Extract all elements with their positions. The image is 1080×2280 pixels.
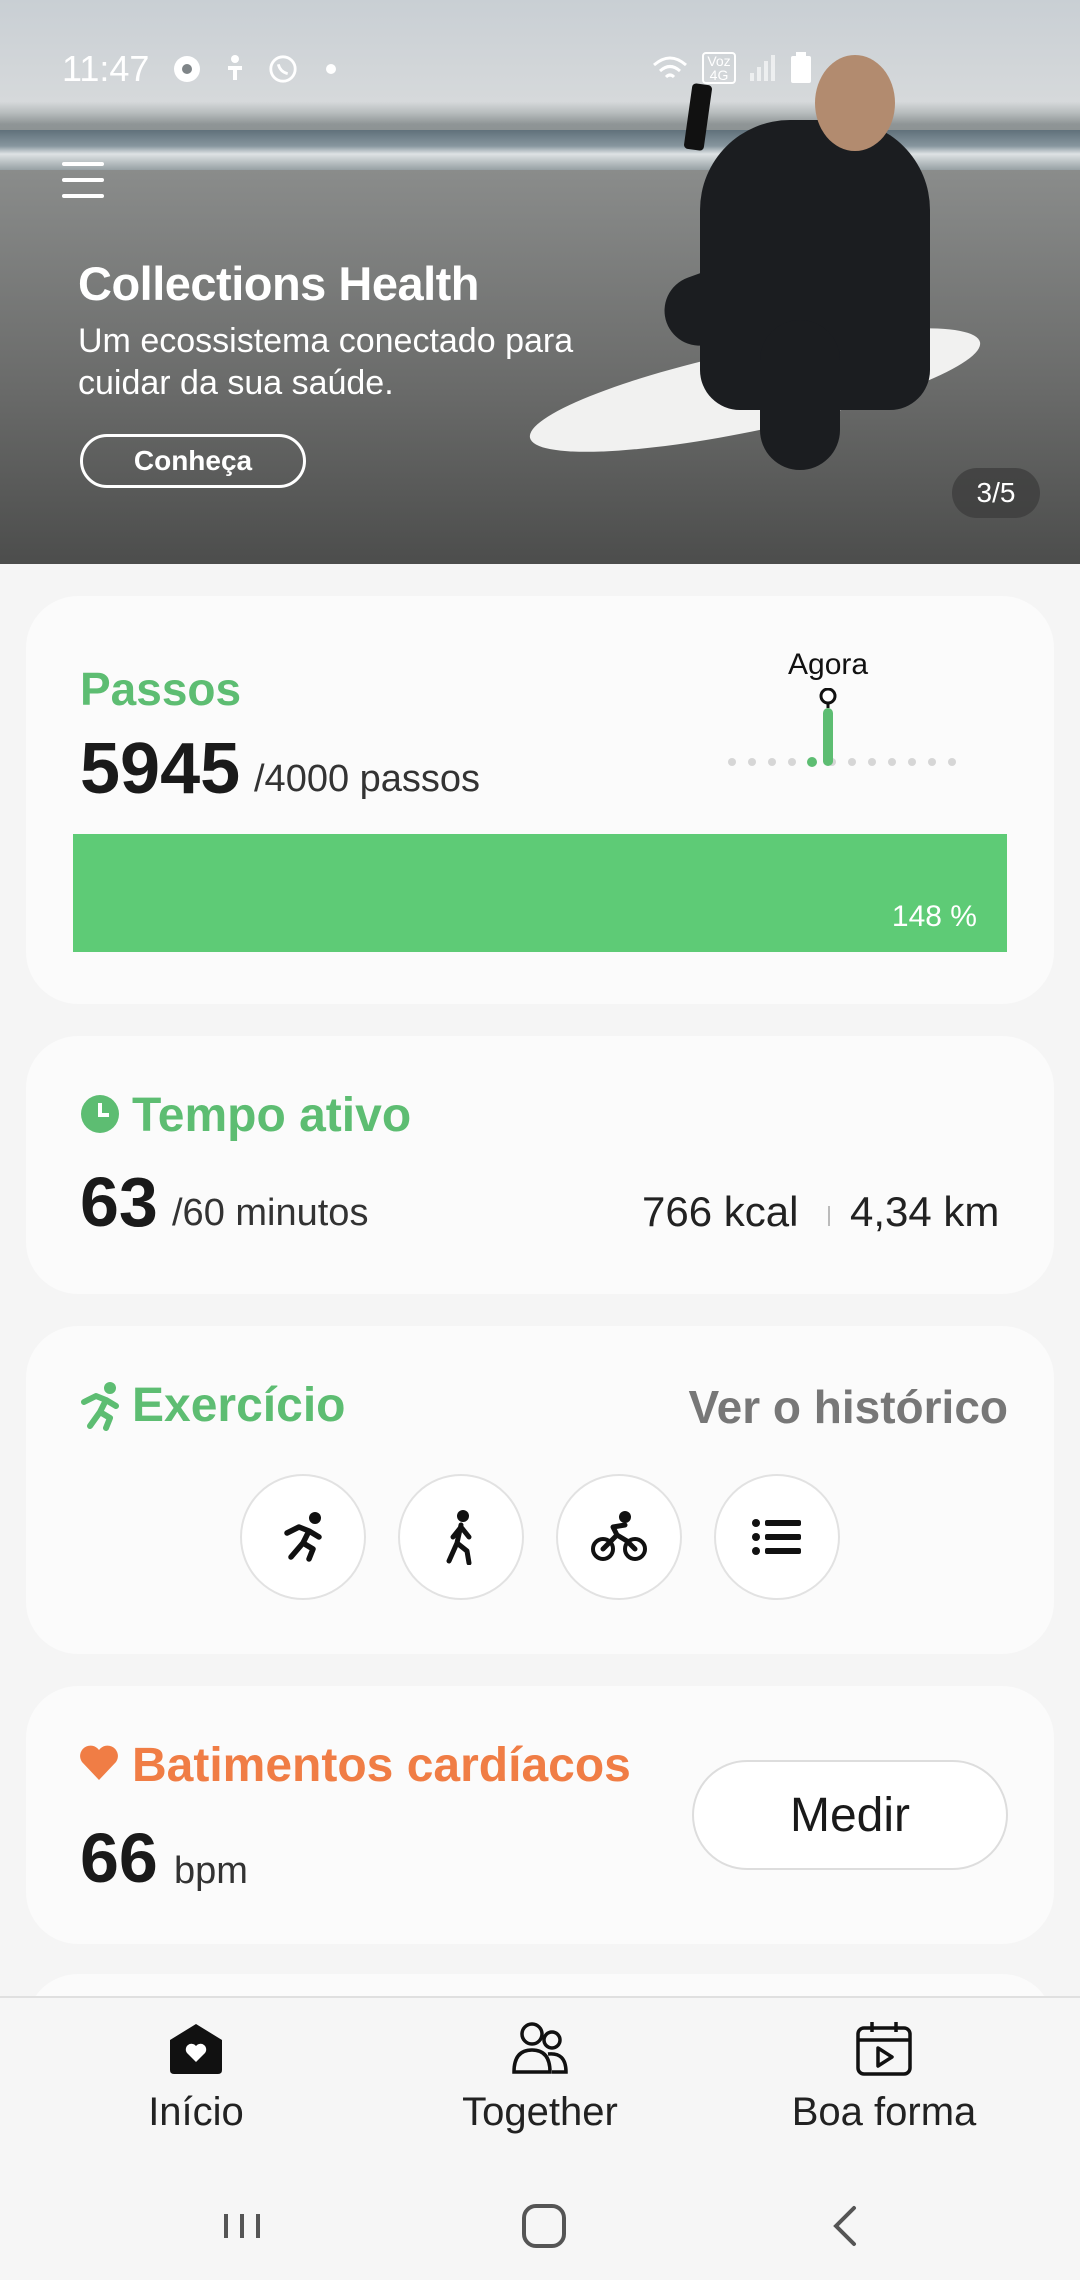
whatsapp-icon bbox=[268, 54, 298, 84]
signal-icon bbox=[750, 55, 775, 81]
distance-value: 4,34 km bbox=[850, 1188, 1000, 1235]
heart-icon bbox=[80, 1745, 118, 1780]
menu-icon[interactable] bbox=[62, 162, 106, 200]
status-time: 11:47 bbox=[62, 48, 150, 89]
wifi-icon bbox=[653, 56, 687, 79]
exercise-card[interactable]: Exercício Ver o histórico bbox=[26, 1326, 1054, 1654]
home-button-icon[interactable] bbox=[514, 2196, 574, 2256]
steps-card[interactable]: Passos 5945 /4000 passos Agora 148 % bbox=[26, 596, 1054, 1004]
clock-icon bbox=[81, 1095, 119, 1133]
walk-icon bbox=[446, 1510, 472, 1565]
measure-button[interactable]: Medir bbox=[692, 1760, 1008, 1870]
samsung-health-home: 11:47 Voz 4G Collections Health Um ecoss… bbox=[0, 0, 1080, 2280]
exercise-label: Exercício bbox=[132, 1379, 346, 1432]
system-navigation bbox=[0, 2174, 1080, 2280]
banner-person-leg bbox=[760, 320, 840, 470]
nav-home[interactable]: Início bbox=[46, 1998, 346, 2176]
nav-together[interactable]: Together bbox=[390, 1998, 690, 2176]
active-time-goal: /60 minutos bbox=[172, 1192, 369, 1234]
divider bbox=[828, 1206, 830, 1226]
nav-home-label: Início bbox=[148, 2090, 244, 2134]
nav-together-label: Together bbox=[462, 2090, 618, 2134]
battery-icon bbox=[791, 52, 811, 83]
list-icon bbox=[752, 1519, 801, 1555]
steps-goal: /4000 passos bbox=[254, 758, 481, 800]
calories-value: 766 kcal bbox=[642, 1188, 799, 1235]
active-time-label: Tempo ativo bbox=[132, 1089, 412, 1142]
steps-now-label: Agora bbox=[788, 648, 869, 681]
chrome-icon bbox=[172, 54, 202, 84]
active-time-value: 63 bbox=[80, 1163, 158, 1241]
heart-rate-unit: bpm bbox=[174, 1850, 248, 1892]
steps-timeline-chart bbox=[728, 688, 956, 767]
home-icon bbox=[170, 2024, 222, 2074]
running-icon bbox=[81, 1382, 119, 1431]
banner-subtitle: Um ecossistema conectado para cuidar da … bbox=[78, 322, 574, 402]
notification-icons bbox=[172, 54, 346, 84]
system-icons: Voz 4G bbox=[650, 52, 812, 84]
steps-progress-bar: 148 % bbox=[73, 834, 1007, 952]
status-bar: 11:47 Voz 4G bbox=[0, 40, 1080, 100]
active-time-card[interactable]: Tempo ativo 63 /60 minutos 766 kcal 4,34… bbox=[26, 1036, 1054, 1294]
heart-rate-card[interactable]: Batimentos cardíacos 66 bpm Medir bbox=[26, 1686, 1054, 1944]
more-workouts-button[interactable] bbox=[714, 1474, 840, 1600]
bike-icon bbox=[591, 1511, 647, 1561]
volte-badge: Voz 4G bbox=[702, 52, 736, 84]
promo-banner[interactable]: 11:47 Voz 4G Collections Health Um ecoss… bbox=[0, 0, 1080, 564]
banner-sea bbox=[0, 130, 1080, 170]
bike-workout-button[interactable] bbox=[556, 1474, 682, 1600]
run-icon bbox=[284, 1512, 322, 1562]
heart-rate-label: Batimentos cardíacos bbox=[132, 1739, 631, 1792]
history-link[interactable]: Ver o histórico bbox=[688, 1380, 1008, 1434]
back-icon[interactable] bbox=[816, 2196, 876, 2256]
walk-workout-button[interactable] bbox=[398, 1474, 524, 1600]
run-workout-button[interactable] bbox=[240, 1474, 366, 1600]
dot-icon bbox=[316, 54, 346, 84]
banner-title: Collections Health bbox=[78, 257, 480, 310]
accessibility-icon bbox=[220, 54, 250, 84]
calendar-play-icon bbox=[856, 2022, 912, 2076]
bottom-navigation: Início Together Boa forma bbox=[0, 1996, 1080, 2174]
steps-progress-text: 148 % bbox=[891, 900, 977, 933]
steps-label: Passos bbox=[80, 663, 242, 715]
nav-fitness[interactable]: Boa forma bbox=[734, 1998, 1034, 2176]
banner-cta-button[interactable]: Conheça bbox=[80, 434, 306, 488]
people-icon bbox=[512, 2022, 568, 2074]
heart-rate-value: 66 bbox=[80, 1819, 158, 1897]
steps-value: 5945 bbox=[80, 729, 241, 809]
nav-fitness-label: Boa forma bbox=[791, 2090, 977, 2134]
recents-icon[interactable] bbox=[212, 2196, 272, 2256]
banner-pager: 3/5 bbox=[952, 468, 1040, 518]
